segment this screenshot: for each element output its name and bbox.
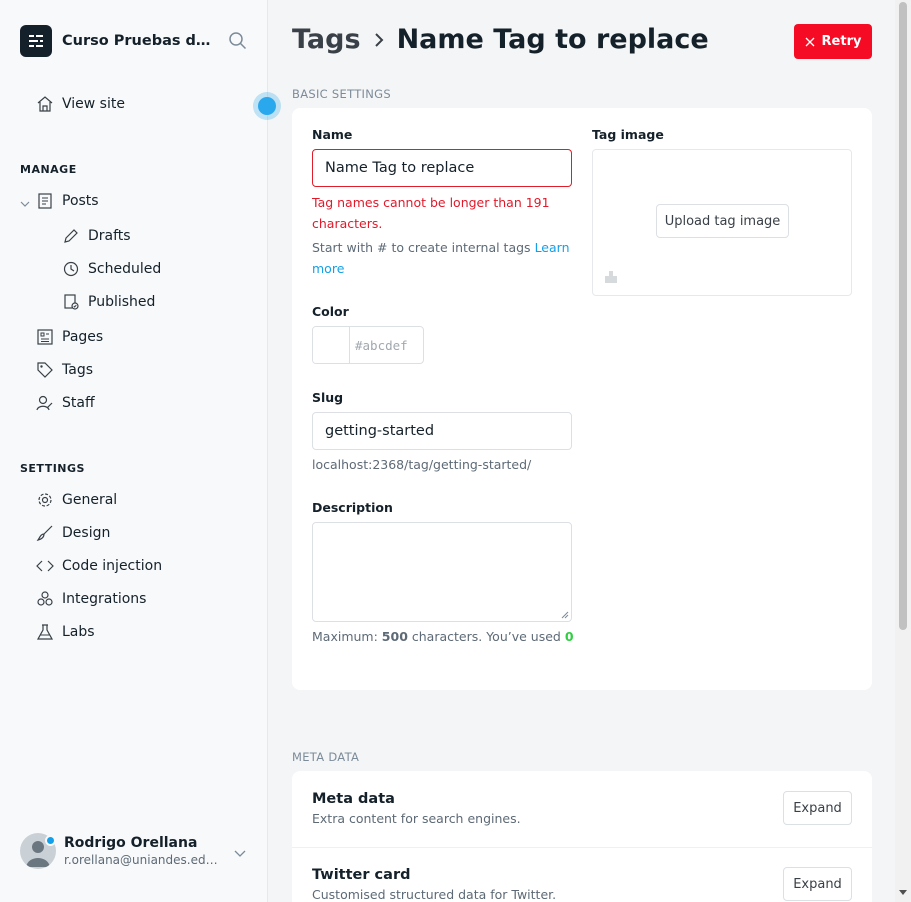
retry-button[interactable]: Retry	[794, 24, 872, 59]
name-help-text: Start with # to create internal tags	[312, 240, 531, 255]
nav-general[interactable]: General	[36, 491, 117, 509]
scrollbar[interactable]	[895, 0, 911, 902]
desc-max: 500	[381, 629, 408, 644]
meta-data-subtitle: Extra content for search engines.	[312, 811, 521, 826]
sidebar: Curso Pruebas de Automatización View sit…	[0, 0, 268, 902]
search-icon[interactable]	[228, 31, 248, 51]
nav-view-site-label: View site	[62, 96, 125, 112]
tag-image-label: Tag image	[592, 127, 664, 142]
color-label: Color	[312, 304, 349, 319]
tag-icon	[36, 361, 54, 379]
nav-integrations[interactable]: Integrations	[36, 590, 146, 608]
user-name: Rodrigo Orellana	[64, 835, 198, 851]
basic-settings-card: Name Name Tag to replace Tag names canno…	[292, 108, 872, 690]
name-label: Name	[312, 127, 353, 142]
brush-icon	[36, 524, 54, 542]
meta-card: Meta data Extra content for search engin…	[292, 771, 872, 902]
nav-published[interactable]: Published	[62, 293, 155, 311]
description-label: Description	[312, 500, 393, 515]
divider	[292, 847, 872, 848]
desc-help-prefix: Maximum:	[312, 629, 378, 644]
upload-tag-image-button[interactable]: Upload tag image	[656, 204, 789, 238]
chevron-down-icon[interactable]	[18, 196, 32, 210]
main-content: Tags Name Tag to replace Retry BASIC SET…	[269, 0, 895, 902]
nav-design-label: Design	[62, 525, 111, 541]
desc-used-count: 0	[564, 629, 574, 644]
slug-url: localhost:2368/tag/getting-started/	[312, 457, 532, 472]
close-icon	[805, 37, 814, 46]
description-help: Maximum: 500 characters. You’ve used 0	[312, 626, 574, 647]
nav-labs-label: Labs	[62, 624, 95, 640]
code-icon	[36, 557, 54, 575]
nav-integrations-label: Integrations	[62, 591, 147, 607]
breadcrumb-tags[interactable]: Tags	[292, 24, 361, 55]
nav-code-injection-label: Code injection	[62, 558, 163, 574]
nav-tags[interactable]: Tags	[36, 361, 93, 379]
nav-drafts[interactable]: Drafts	[62, 227, 131, 245]
color-picker[interactable]: #abcdef	[312, 326, 424, 364]
nav-drafts-label: Drafts	[88, 228, 131, 244]
name-input[interactable]: Name Tag to replace	[312, 149, 572, 187]
nav-pages-label: Pages	[62, 329, 104, 345]
meta-data-label: META DATA	[292, 750, 360, 764]
nav-scheduled-label: Scheduled	[88, 261, 162, 277]
notification-dot	[45, 835, 56, 846]
nav-posts[interactable]: Posts	[36, 192, 99, 210]
published-icon	[62, 293, 80, 311]
scroll-down-arrow-icon[interactable]	[899, 888, 907, 896]
scrollbar-thumb[interactable]	[899, 2, 907, 630]
nav-staff[interactable]: Staff	[36, 394, 95, 412]
site-title: Curso Pruebas de Automatización	[62, 33, 212, 49]
brand[interactable]: Curso Pruebas de Automatización	[20, 25, 212, 57]
flask-icon	[36, 623, 54, 641]
nav-design[interactable]: Design	[36, 524, 110, 542]
chevron-down-icon[interactable]	[232, 846, 248, 862]
desc-help-mid: characters. You’ve used	[411, 629, 561, 644]
nav-tags-label: Tags	[62, 362, 93, 378]
page-title: Tags Name Tag to replace	[292, 24, 709, 55]
pencil-icon	[62, 227, 80, 245]
settings-heading: SETTINGS	[20, 462, 85, 475]
slug-input[interactable]: getting-started	[312, 412, 572, 450]
nav-code-injection[interactable]: Code injection	[36, 557, 162, 575]
image-icon	[605, 271, 617, 283]
retry-label: Retry	[821, 34, 862, 49]
nav-labs[interactable]: Labs	[36, 623, 95, 641]
nav-view-site[interactable]: View site	[36, 95, 125, 113]
nav-scheduled[interactable]: Scheduled	[62, 260, 161, 278]
pages-icon	[36, 328, 54, 346]
tag-image-dropzone[interactable]: Upload tag image	[592, 149, 852, 296]
slug-label: Slug	[312, 390, 344, 405]
clock-icon	[62, 260, 80, 278]
basic-settings-label: BASIC SETTINGS	[292, 87, 391, 101]
nav-staff-label: Staff	[62, 395, 95, 411]
tag-title: Name Tag to replace	[396, 24, 709, 55]
posts-icon	[36, 192, 54, 210]
name-error: Tag names cannot be longer than 191 char…	[312, 195, 550, 231]
meta-data-title: Meta data	[312, 791, 395, 807]
manage-heading: MANAGE	[20, 163, 77, 176]
user-email: r.orellana@uniandes.edu.co	[64, 853, 224, 867]
nav-general-label: General	[62, 492, 118, 508]
site-logo-icon	[20, 25, 52, 57]
twitter-card-subtitle: Customised structured data for Twitter.	[312, 887, 557, 902]
description-textarea[interactable]	[312, 522, 572, 622]
chevron-right-icon	[374, 32, 383, 47]
meta-expand-button[interactable]: Expand	[783, 791, 852, 825]
gear-icon	[36, 491, 54, 509]
color-input[interactable]: #abcdef	[350, 327, 408, 363]
resize-handle-icon[interactable]	[561, 611, 569, 619]
nav-published-label: Published	[88, 294, 156, 310]
home-icon	[36, 95, 54, 113]
twitter-expand-button[interactable]: Expand	[783, 867, 852, 901]
nav-pages[interactable]: Pages	[36, 328, 103, 346]
name-help: Start with # to create internal tags Lea…	[312, 237, 572, 279]
color-swatch[interactable]	[313, 327, 350, 363]
twitter-card-title: Twitter card	[312, 867, 411, 883]
nav-posts-label: Posts	[62, 193, 99, 209]
integrations-icon	[36, 590, 54, 608]
staff-icon	[36, 394, 54, 412]
